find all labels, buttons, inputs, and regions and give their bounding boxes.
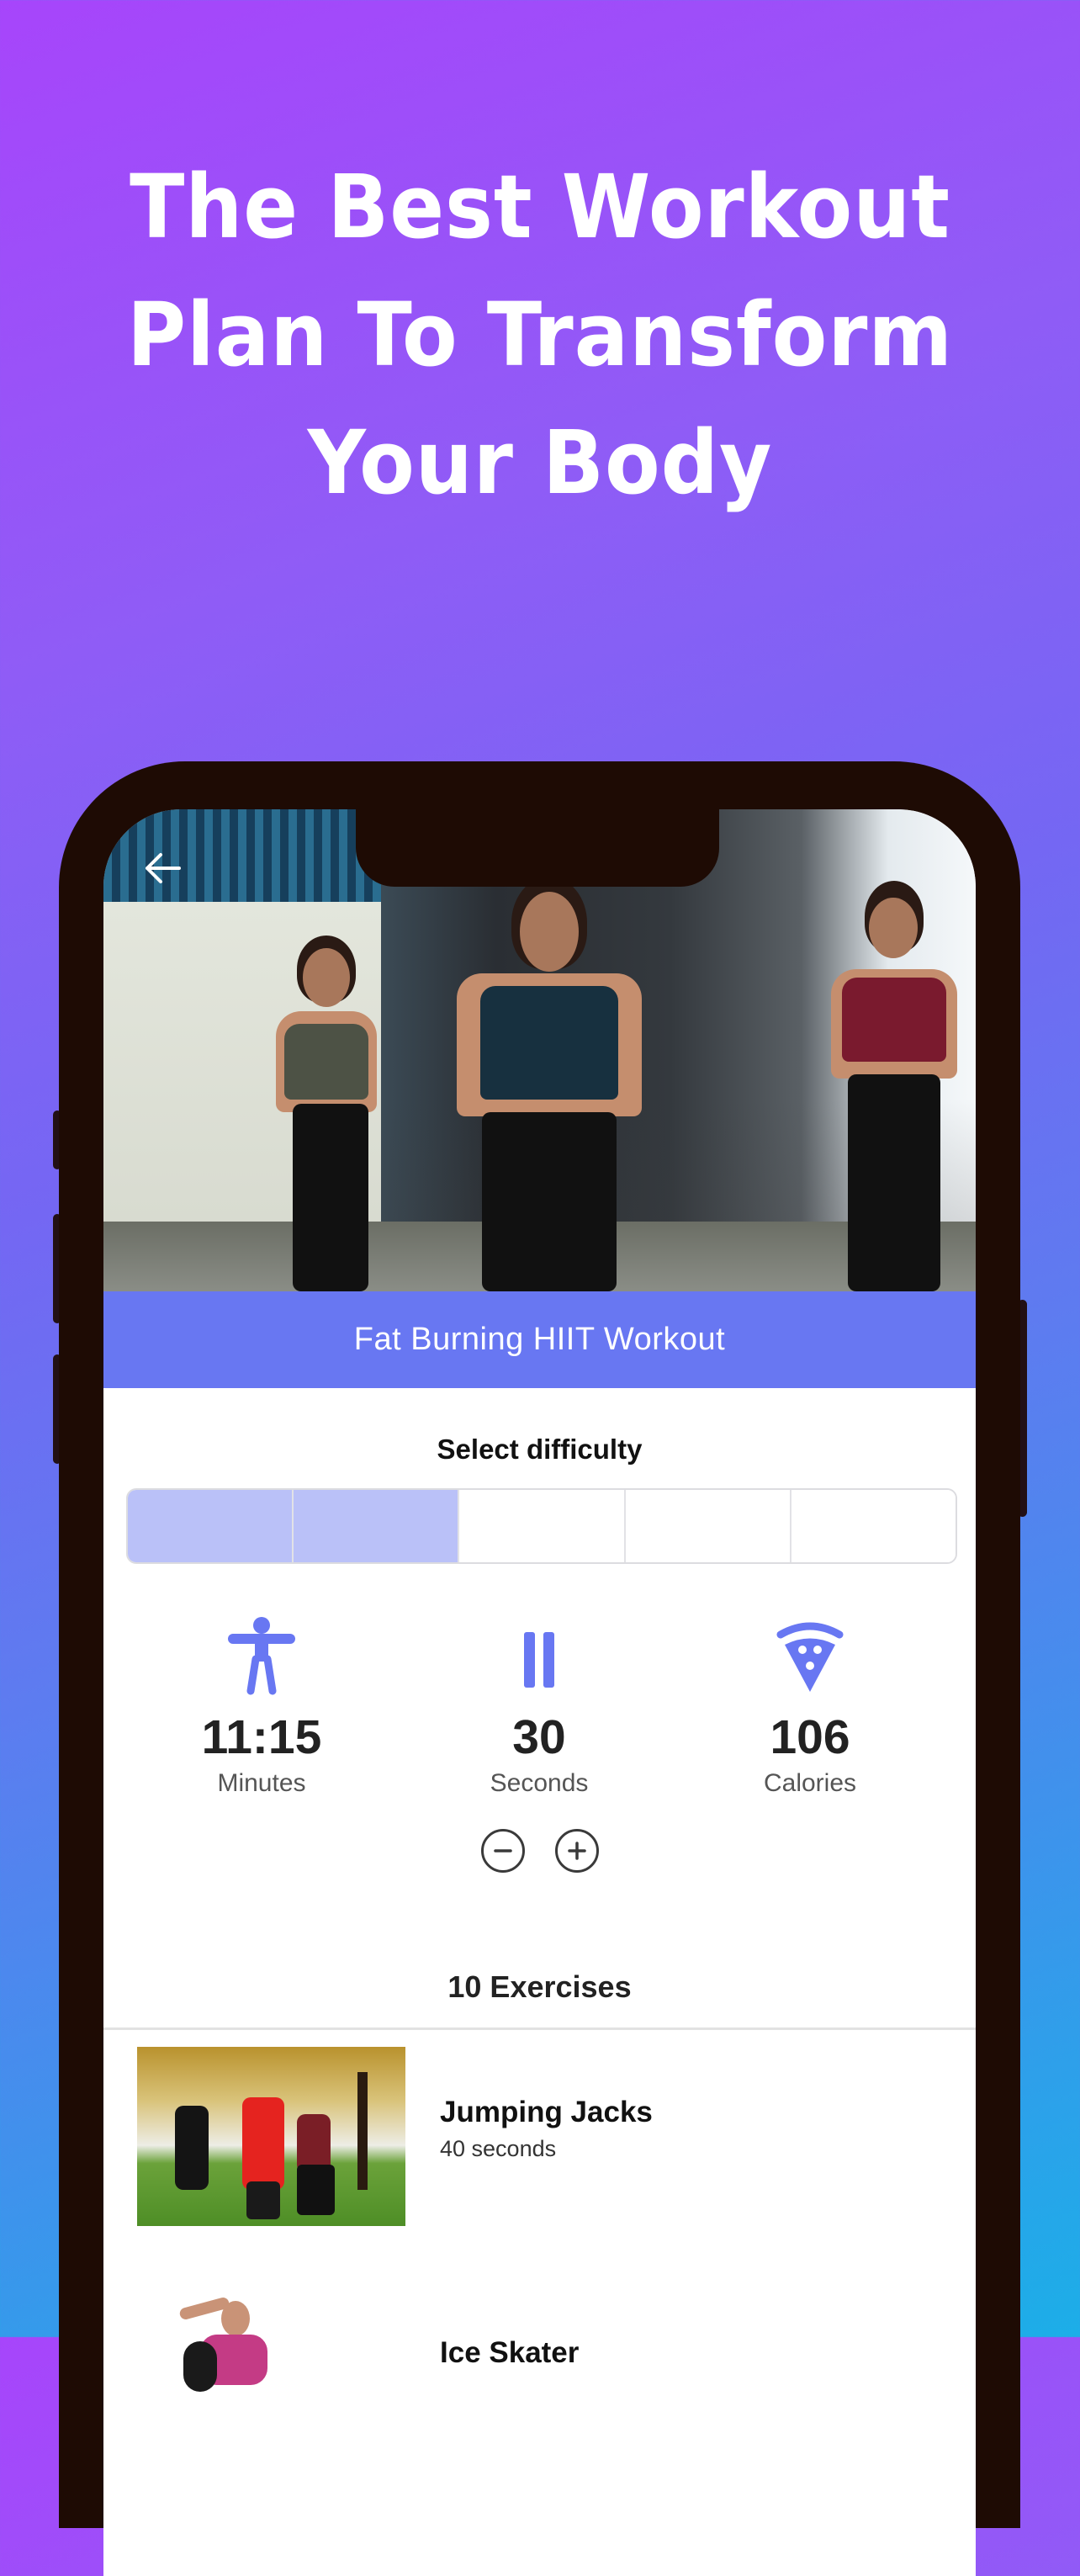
divider xyxy=(103,2027,976,2030)
stat-calories-label: Calories xyxy=(763,1769,857,1797)
hero-person-center xyxy=(431,877,667,1291)
minus-circle-icon xyxy=(493,1849,512,1852)
stat-duration-value: 11:15 xyxy=(201,1710,322,1764)
stat-calories-value: 106 xyxy=(770,1710,850,1764)
difficulty-level-4[interactable] xyxy=(625,1490,791,1562)
stat-duration-label: Minutes xyxy=(217,1769,306,1797)
pizza-icon xyxy=(776,1622,844,1692)
back-button[interactable] xyxy=(137,843,188,893)
exercises-count-header: 10 Exercises xyxy=(447,1969,632,2004)
exercise-name: Ice Skater xyxy=(440,2336,580,2369)
duration-adjust-controls xyxy=(103,1829,976,1873)
difficulty-level-2[interactable] xyxy=(294,1490,460,1562)
difficulty-level-3[interactable] xyxy=(459,1490,626,1562)
stat-rest: 30 Seconds xyxy=(430,1615,649,1798)
stat-rest-label: Seconds xyxy=(490,1769,589,1797)
exercise-thumbnail xyxy=(137,2276,405,2455)
headline-line-2: Plan To Transform xyxy=(127,284,953,386)
hero-person-right xyxy=(818,881,970,1291)
exercise-duration: 40 seconds xyxy=(440,2136,557,2161)
body-icon xyxy=(228,1617,295,1695)
difficulty-selector[interactable] xyxy=(126,1488,957,1564)
difficulty-level-1[interactable] xyxy=(128,1490,294,1562)
difficulty-label: Select difficulty xyxy=(437,1434,643,1465)
stat-duration: 11:15 Minutes xyxy=(152,1615,371,1798)
exercise-list-item[interactable]: Jumping Jacks 40 seconds xyxy=(103,2047,976,2240)
exercise-thumbnail xyxy=(137,2047,405,2226)
headline-line-3: Your Body xyxy=(307,411,773,514)
arrow-left-icon xyxy=(146,853,181,883)
plus-circle-icon xyxy=(567,1842,586,1860)
phone-frame: Fat Burning HIIT Workout Select difficul… xyxy=(59,761,1020,2576)
stat-rest-value: 30 xyxy=(512,1710,566,1764)
phone-screen: Fat Burning HIIT Workout Select difficul… xyxy=(103,809,976,2576)
workout-stats: 11:15 Minutes 30 Seconds 106 Calories xyxy=(103,1615,976,1834)
exercise-name: Jumping Jacks xyxy=(440,2096,653,2128)
decrease-button[interactable] xyxy=(480,1829,525,1873)
phone-notch xyxy=(356,809,719,887)
increase-button[interactable] xyxy=(554,1829,599,1873)
stat-calories: 106 Calories xyxy=(701,1615,919,1798)
difficulty-level-5[interactable] xyxy=(791,1490,956,1562)
workout-title: Fat Burning HIIT Workout xyxy=(103,1291,976,1388)
hero-person-left xyxy=(259,936,419,1291)
headline-line-1: The Best Workout xyxy=(130,156,950,258)
pause-icon xyxy=(524,1632,554,1688)
exercise-list-item[interactable]: Ice Skater xyxy=(103,2276,976,2469)
promo-headline: The Best Workout Plan To Transform Your … xyxy=(0,143,1080,527)
